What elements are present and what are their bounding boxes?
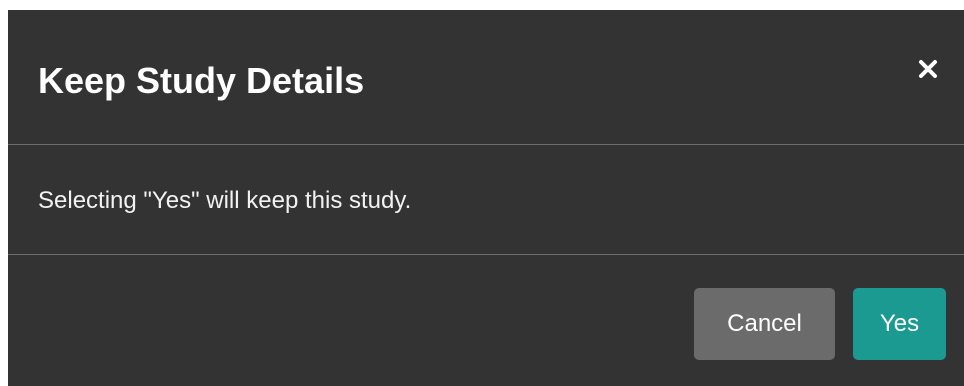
yes-button[interactable]: Yes [853, 288, 946, 360]
keep-study-dialog: Keep Study Details Selecting "Yes" will … [8, 10, 964, 386]
dialog-title: Keep Study Details [38, 60, 365, 101]
close-button[interactable] [914, 55, 942, 83]
dialog-header: Keep Study Details [8, 10, 964, 145]
dialog-body: Selecting "Yes" will keep this study. [8, 145, 964, 255]
cancel-button[interactable]: Cancel [694, 288, 835, 360]
close-icon [919, 60, 937, 78]
dialog-footer: Cancel Yes [8, 255, 964, 386]
dialog-message: Selecting "Yes" will keep this study. [38, 187, 412, 214]
